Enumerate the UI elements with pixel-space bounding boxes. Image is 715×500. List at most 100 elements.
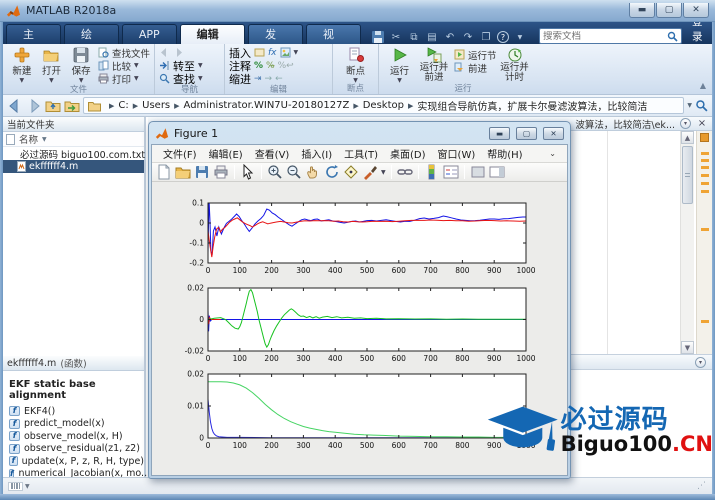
scrollbar-thumb[interactable] xyxy=(682,146,693,204)
zoom-out-icon[interactable] xyxy=(286,164,302,180)
breadcrumb-segment[interactable]: Desktop xyxy=(363,100,404,111)
cut-icon[interactable]: ✂ xyxy=(389,30,403,44)
brush-dropdown-icon[interactable]: ▼ xyxy=(381,169,386,176)
link-plot-icon[interactable] xyxy=(397,164,413,180)
zoom-in-icon[interactable] xyxy=(267,164,283,180)
save-button[interactable]: 保存▼ xyxy=(66,46,96,84)
breakpoints-button[interactable]: 断点▼ xyxy=(339,46,372,84)
function-item[interactable]: fEKF4() xyxy=(3,405,144,418)
menu-file[interactable]: 文件(F) xyxy=(158,146,202,161)
breadcrumb-dropdown-icon[interactable]: ▼ xyxy=(687,102,692,109)
warning-mark[interactable] xyxy=(701,174,709,177)
splitter-collapse-icon[interactable]: ▾ xyxy=(695,357,706,368)
resize-grip[interactable]: ⋰ xyxy=(697,481,707,491)
print-figure-icon[interactable] xyxy=(213,164,229,180)
scrollbar-up-icon[interactable]: ▲ xyxy=(681,131,694,144)
rotate-3d-icon[interactable] xyxy=(324,164,340,180)
file-row-m-selected[interactable]: ekffffff4.m xyxy=(3,160,144,173)
new-figure-icon[interactable] xyxy=(156,164,172,180)
file-row-txt[interactable]: 必过源码 biguo100.com.txt xyxy=(3,147,144,160)
new-window-icon[interactable]: ❐ xyxy=(479,30,493,44)
open-button[interactable]: 打开▼ xyxy=(37,46,67,84)
wrap-comment-icon[interactable]: %↩ xyxy=(278,61,294,71)
redo-icon[interactable]: ↷ xyxy=(461,30,475,44)
warning-mark[interactable] xyxy=(701,166,709,169)
maximize-button[interactable]: ▢ xyxy=(656,3,682,18)
address-search-icon[interactable] xyxy=(695,99,708,112)
tab-home[interactable]: 主页 xyxy=(6,24,61,44)
find-button[interactable]: 查找▼ xyxy=(159,72,203,85)
function-item[interactable]: fobserve_residual(z1, z2) xyxy=(3,443,144,456)
close-button[interactable]: ✕ xyxy=(683,3,709,18)
save-icon[interactable] xyxy=(371,30,385,44)
indent-right-icon[interactable]: → xyxy=(265,74,273,84)
warning-mark[interactable] xyxy=(701,159,709,162)
warning-mark[interactable] xyxy=(701,152,709,155)
print-button[interactable]: 打印▼ xyxy=(98,72,150,85)
editor-close-icon[interactable]: × xyxy=(696,118,708,129)
tab-apps[interactable]: APP xyxy=(122,24,177,44)
warning-mark[interactable] xyxy=(701,190,709,193)
run-section-button[interactable]: 运行节 xyxy=(454,48,497,61)
tab-view[interactable]: 视图 xyxy=(306,24,361,44)
legend-icon[interactable] xyxy=(443,164,459,180)
comment-icon[interactable]: % xyxy=(254,61,263,71)
search-icon[interactable] xyxy=(667,31,678,42)
menu-help[interactable]: 帮助(H) xyxy=(482,146,527,161)
run-time-button[interactable]: 运行并计时 xyxy=(497,46,533,83)
menu-tools[interactable]: 工具(T) xyxy=(339,146,383,161)
breadcrumb-segment[interactable]: Users xyxy=(142,100,170,111)
tab-editor[interactable]: 编辑器 xyxy=(180,24,245,44)
undo-icon[interactable]: ↶ xyxy=(443,30,457,44)
warning-mark[interactable] xyxy=(701,320,709,323)
figure-maximize-button[interactable]: ▢ xyxy=(516,127,537,140)
editor-actions-icon[interactable]: ▾ xyxy=(680,118,691,129)
editor-scrollbar[interactable]: ▲ ▼ xyxy=(680,131,694,354)
qat-dropdown-icon[interactable]: ▼ xyxy=(513,30,527,44)
editor-tab-label[interactable]: 波算法，比较简洁\ek... xyxy=(575,117,675,131)
open-file-icon[interactable] xyxy=(175,164,191,180)
edit-cursor-icon[interactable] xyxy=(240,164,256,180)
warning-mark[interactable] xyxy=(701,228,709,231)
menu-desktop[interactable]: 桌面(D) xyxy=(385,146,431,161)
hide-plot-tools-icon[interactable] xyxy=(470,164,486,180)
breadcrumb-segment[interactable]: C: xyxy=(118,100,128,111)
folder-up-icon[interactable] xyxy=(45,98,61,114)
help-icon[interactable]: ? xyxy=(497,31,509,43)
show-plot-tools-icon[interactable] xyxy=(489,164,505,180)
function-item[interactable]: fpredict_model(x) xyxy=(3,418,144,431)
breadcrumb[interactable]: ▶C: ▶Users ▶Administrator.WIN7U-20180127… xyxy=(83,97,684,114)
compare-button[interactable]: 比较▼ xyxy=(98,59,150,72)
figure-title-bar[interactable]: Figure 1 ▬ ▢ ✕ xyxy=(149,122,570,144)
menu-overflow-icon[interactable]: ⌄ xyxy=(544,149,561,158)
back-icon[interactable] xyxy=(159,47,170,58)
breadcrumb-segment[interactable]: Administrator.WIN7U-20180127Z xyxy=(184,100,350,111)
search-input[interactable] xyxy=(543,31,667,42)
function-item[interactable]: fupdate(x, P, z, R, H, type) xyxy=(3,455,144,468)
copy-icon[interactable]: ⧉ xyxy=(407,30,421,44)
status-toggle-icon[interactable] xyxy=(8,482,23,491)
code-analyzer-strip[interactable] xyxy=(696,131,712,354)
figure-close-button[interactable]: ✕ xyxy=(543,127,564,140)
tab-publish[interactable]: 发布 xyxy=(248,24,303,44)
find-files-button[interactable]: 查找文件 xyxy=(98,46,150,59)
warning-mark[interactable] xyxy=(701,182,709,185)
smart-indent-icon[interactable]: ⇥ xyxy=(254,74,262,84)
colorbar-icon[interactable] xyxy=(424,164,440,180)
status-caret-icon[interactable]: ▼ xyxy=(25,483,30,490)
advance-button[interactable]: 前进 xyxy=(454,61,497,74)
nav-forward-icon[interactable] xyxy=(26,98,42,114)
nav-back-icon[interactable] xyxy=(7,98,23,114)
save-figure-icon[interactable] xyxy=(194,164,210,180)
menu-insert[interactable]: 插入(I) xyxy=(296,146,337,161)
data-cursor-icon[interactable] xyxy=(343,164,359,180)
run-button[interactable]: 运行▼ xyxy=(383,46,416,84)
run-advance-button[interactable]: 运行并前进 xyxy=(416,46,452,83)
menu-edit[interactable]: 编辑(E) xyxy=(204,146,248,161)
minimize-button[interactable]: ▬ xyxy=(629,3,655,18)
scrollbar-down-icon[interactable]: ▼ xyxy=(681,341,694,354)
forward-icon[interactable] xyxy=(173,47,184,58)
indent-button[interactable]: 缩进 ⇥ → ← xyxy=(229,72,283,85)
figure-minimize-button[interactable]: ▬ xyxy=(489,127,510,140)
uncomment-icon[interactable]: %̶ xyxy=(266,61,275,71)
